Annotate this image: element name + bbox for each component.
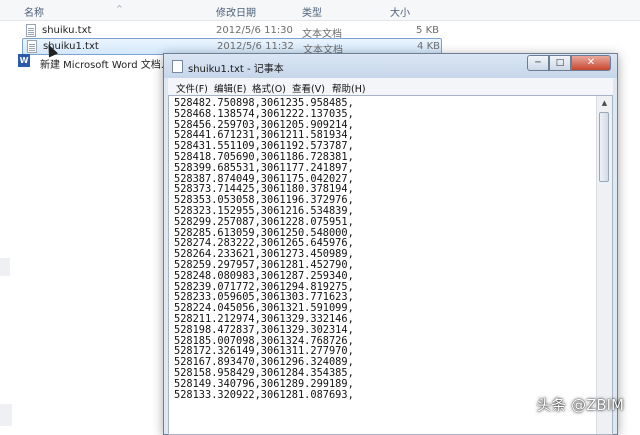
notepad-window: shuiku1.txt - 记事本 ─ □ ✕ 文件(F) 编辑(E) 格式(O… (163, 53, 618, 435)
scroll-thumb[interactable] (599, 112, 609, 182)
scroll-up-arrow-icon[interactable]: ▲ (597, 96, 612, 111)
menu-format[interactable]: 格式(O) (252, 81, 286, 95)
close-button[interactable]: ✕ (571, 55, 611, 71)
column-header: 名称 ^ 修改日期 类型 大小 (0, 0, 640, 21)
window-title: shuiku1.txt - 记事本 (188, 64, 284, 75)
menu-bar: 文件(F) 编辑(E) 格式(O) 查看(V) 帮助(H) (168, 78, 613, 95)
text-file-icon (26, 24, 36, 37)
menu-file[interactable]: 文件(F) (176, 81, 208, 95)
column-date[interactable]: 修改日期 (216, 4, 256, 19)
text-editor-area[interactable]: 528482.750898,3061235.958485, 528468.138… (168, 95, 613, 435)
notepad-title-bar[interactable]: shuiku1.txt - 记事本 ─ □ ✕ (164, 54, 617, 78)
vertical-scrollbar[interactable]: ▲ (596, 96, 612, 434)
column-type[interactable]: 类型 (302, 4, 322, 19)
column-name[interactable]: 名称 (24, 4, 44, 19)
document-text[interactable]: 528482.750898,3061235.958485, 528468.138… (174, 98, 354, 400)
file-size: 4 KB (417, 41, 440, 52)
navigation-pane-edge (0, 404, 12, 426)
menu-edit[interactable]: 编辑(E) (214, 81, 246, 95)
file-date: 2012/5/6 11:30 (216, 25, 293, 36)
menu-view[interactable]: 查看(V) (292, 81, 325, 95)
file-date: 2012/5/6 11:32 (217, 41, 294, 52)
text-line: 528133.320922,3061281.087693, (174, 388, 354, 401)
maximize-button[interactable]: □ (549, 55, 571, 71)
sort-caret-icon: ^ (116, 4, 123, 13)
minimize-button[interactable]: ─ (527, 55, 549, 71)
notepad-icon (172, 60, 183, 73)
word-file-name[interactable]: 新建 Microsoft Word 文档.doc (40, 56, 182, 71)
menu-help[interactable]: 帮助(H) (332, 81, 366, 95)
navigation-pane-edge (0, 258, 10, 276)
word-document-icon: W (18, 54, 30, 67)
column-size[interactable]: 大小 (390, 4, 410, 19)
caption-buttons: ─ □ ✕ (527, 55, 611, 71)
file-size: 5 KB (416, 25, 439, 36)
text-file-icon (27, 40, 37, 53)
file-name: shuiku.txt (42, 25, 92, 36)
watermark: 头条 @ZBIM (536, 396, 624, 414)
